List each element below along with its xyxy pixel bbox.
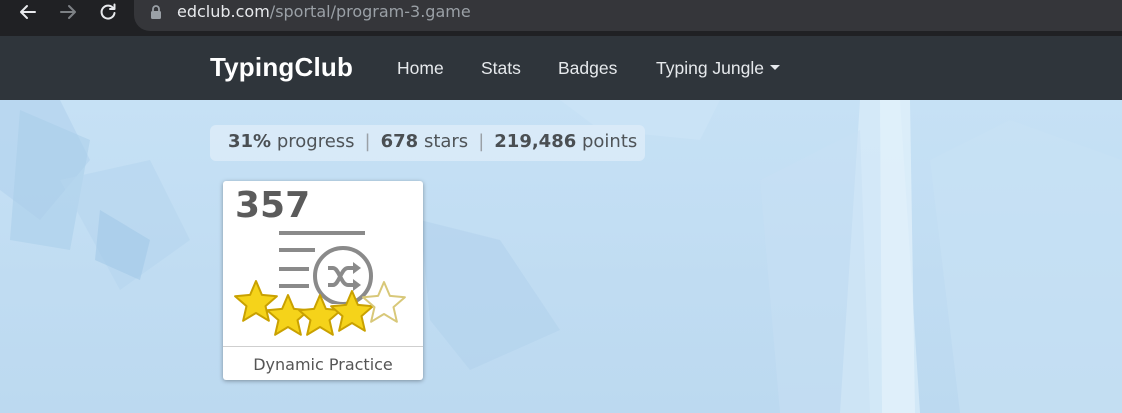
star-filled-icon <box>266 294 310 336</box>
url-path: /sportal/program-3.game <box>269 2 471 21</box>
nav-link-home[interactable]: Home <box>397 58 444 79</box>
lesson-title: Dynamic Practice <box>253 355 393 374</box>
separator: | <box>364 131 371 152</box>
app-navbar: TypingClub Home Stats Badges Typing Jung… <box>0 36 1122 100</box>
points-label: points <box>581 131 638 152</box>
nav-dropdown-label: Typing Jungle <box>656 58 764 78</box>
nav-link-badges[interactable]: Badges <box>558 58 617 79</box>
star-filled-icon <box>298 294 342 336</box>
address-bar[interactable]: edclub.com/sportal/program-3.game <box>134 0 1122 31</box>
caret-down-icon <box>770 64 780 70</box>
brand-logo[interactable]: TypingClub <box>210 52 353 83</box>
nav-link-stats[interactable]: Stats <box>481 58 521 79</box>
nav-dropdown-typing-jungle[interactable]: Typing Jungle <box>656 58 780 79</box>
browser-toolbar: edclub.com/sportal/program-3.game <box>0 0 1122 36</box>
url-text: edclub.com/sportal/program-3.game <box>177 2 471 21</box>
progress-text: 31% progress | 678 stars | 219,486 points <box>228 131 637 152</box>
star-rating <box>234 280 406 336</box>
lesson-number: 357 <box>235 185 311 226</box>
card-divider <box>223 346 423 347</box>
url-domain: edclub.com <box>177 2 270 21</box>
stars-label: stars <box>423 131 469 152</box>
progress-percent: 31% <box>228 131 272 152</box>
points-count: 219,486 <box>494 131 577 152</box>
separator: | <box>478 131 485 152</box>
back-arrow-icon[interactable] <box>16 0 40 24</box>
forward-arrow-icon[interactable] <box>56 0 80 24</box>
lock-icon <box>150 4 162 25</box>
lesson-card[interactable]: 357 Dynamic Practice <box>223 181 423 380</box>
reload-icon[interactable] <box>96 0 120 24</box>
progress-label: progress <box>276 131 355 152</box>
progress-summary: 31% progress | 678 stars | 219,486 points <box>210 125 645 161</box>
stars-count: 678 <box>380 131 419 152</box>
star-filled-icon <box>234 280 278 322</box>
star-empty-icon <box>362 281 406 323</box>
